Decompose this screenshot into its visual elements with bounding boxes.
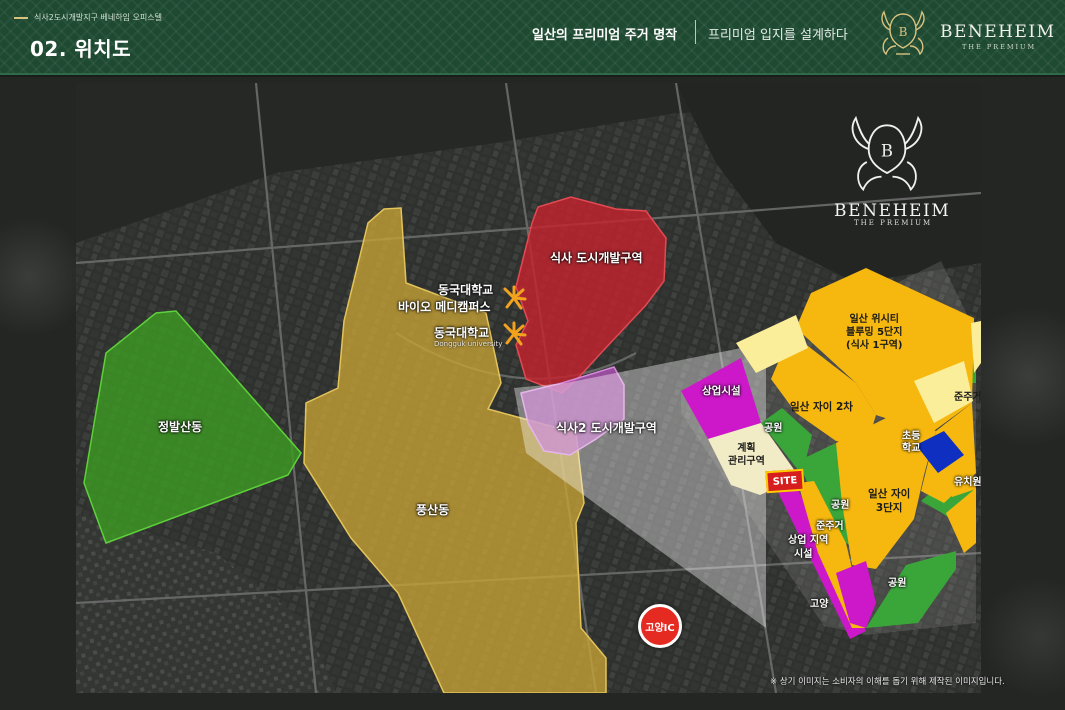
logo-text: BENEHEIM	[940, 22, 1056, 42]
bio-campus-label-line2: 바이오 메디캠퍼스	[398, 300, 491, 314]
zoom-school-label: 초등 학교	[902, 431, 921, 454]
slogan-divider	[695, 20, 696, 44]
zoom-plan-label: 계획 관리구역	[728, 443, 765, 467]
map-logo-text: BENEHEIM	[834, 201, 951, 221]
zoom-residential-label: 준주거지역	[954, 392, 981, 403]
logo-sub: THE PREMIUM	[962, 43, 1037, 51]
breadcrumb-bar	[14, 16, 28, 19]
dongguk-bio-logo-icon	[503, 285, 527, 310]
slogan-main: 일산의 프리미엄 주거 명작	[532, 28, 678, 43]
bio-campus-label-line1: 동국대학교	[438, 283, 494, 297]
dongguk-label: 동국대학교	[434, 326, 490, 340]
zoom-bluming-label: 일산 위시티 블루밍 5단지 (식사 1구역)	[846, 314, 903, 351]
breadcrumb: 식사2도시개발지구 베네하임 오피스텔	[14, 12, 162, 23]
location-map: B BENEHEIM THE PREMIUM 정발산동 풍산동 식사 도시개발구…	[76, 83, 981, 693]
svg-text:B: B	[881, 142, 893, 161]
pungsan-label: 풍산동	[416, 503, 450, 517]
zoom-xi2-label: 일산 자이 2차	[790, 401, 853, 413]
header: 식사2도시개발지구 베네하임 오피스텔 02. 위치도 일산의 프리미엄 주거 …	[0, 0, 1065, 75]
goyang-ic-marker[interactable]: 고양IC	[638, 604, 682, 648]
jeongbal-label: 정발산동	[158, 420, 203, 434]
zoom-kinder-label: 유치원	[954, 477, 981, 488]
breadcrumb-text: 식사2도시개발지구 베네하임 오피스텔	[34, 13, 162, 22]
zoom-park-label-2: 공원	[831, 500, 850, 511]
zoom-xi3-label: 일산 자이 3단지	[868, 488, 911, 514]
zoom-mixed-comm-label: 상업 지역	[788, 535, 829, 546]
dongguk-logo-icon	[503, 321, 527, 346]
page-title: 02. 위치도	[30, 37, 132, 61]
zoom-commercial-label: 상업시설	[702, 385, 741, 397]
zoom-park-label-1: 공원	[764, 423, 783, 434]
siksa-label: 식사 도시개발구역	[550, 251, 643, 265]
dongguk-en-label: Dongguk university	[434, 340, 503, 348]
siksa2-label: 식사2 도시개발구역	[556, 421, 657, 435]
zoom-residential-label-2: 시설	[794, 549, 813, 560]
map-logo-sub: THE PREMIUM	[854, 219, 933, 227]
zoom-goyang-label: 고양	[810, 599, 829, 610]
slogan-sub: 프리미엄 입지를 설계하다	[708, 28, 848, 43]
site-marker[interactable]: SITE	[765, 468, 805, 494]
svg-text:B: B	[899, 25, 908, 39]
beneheim-crest-icon[interactable]: B	[876, 8, 930, 60]
disclaimer: ※ 상기 이미지는 소비자의 이해를 돕기 위해 제작된 이미지입니다.	[770, 677, 1005, 687]
zoom-park-label-3: 공원	[888, 578, 907, 589]
zoom-residential-label-1: 준주거	[816, 521, 844, 532]
